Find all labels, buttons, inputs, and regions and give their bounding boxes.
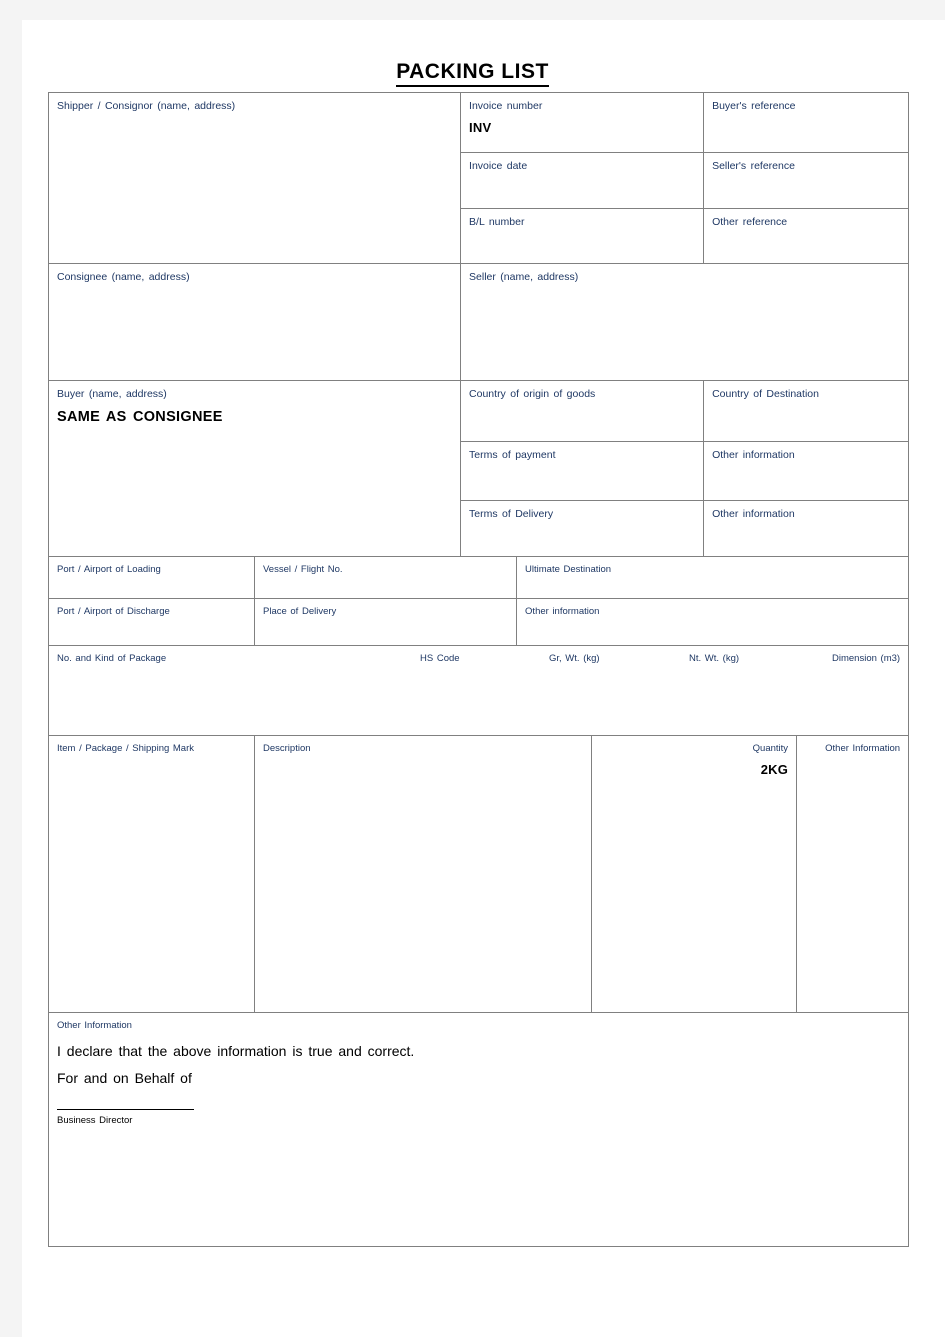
description-header: Description — [263, 743, 311, 754]
row-consignee-seller: Consignee (name, address) Seller (name, … — [47, 263, 910, 381]
dimension-label: Dimension (m3) — [832, 653, 901, 664]
cell-port-of-loading[interactable]: Port / Airport of Loading — [48, 556, 255, 599]
invoice-date-label: Invoice date — [469, 160, 528, 172]
cell-terms-of-delivery[interactable]: Terms of Delivery — [460, 500, 705, 557]
cell-country-of-origin[interactable]: Country of origin of goods — [460, 380, 705, 442]
invoice-number-label: Invoice number — [469, 100, 543, 112]
cell-buyer[interactable]: Buyer (name, address) SAME AS CONSIGNEE — [47, 380, 462, 557]
sellers-reference-label: Seller's reference — [712, 160, 795, 172]
cell-description[interactable]: Description — [253, 735, 593, 1013]
page-title-text: PACKING LIST — [396, 60, 549, 87]
ultimate-destination-label: Ultimate Destination — [525, 564, 612, 575]
cell-quantity[interactable]: Quantity 2KG — [591, 735, 798, 1013]
row-shipper-invoice: Shipper / Consignor (name, address) Invo… — [47, 92, 910, 264]
cell-shipper[interactable]: Shipper / Consignor (name, address) — [47, 92, 462, 264]
cell-item-other-information[interactable]: Other Information — [796, 735, 910, 1013]
net-weight-label: Nt. Wt. (kg) — [689, 653, 740, 664]
cell-vessel-flight[interactable]: Vessel / Flight No. — [253, 556, 518, 599]
country-of-destination-label: Country of Destination — [712, 388, 819, 400]
hs-code-label: HS Code — [420, 653, 460, 664]
item-package-mark-header: Item / Package / Shipping Mark — [57, 743, 195, 754]
declaration-line-1: I declare that the above information is … — [57, 1042, 415, 1059]
cell-consignee[interactable]: Consignee (name, address) — [47, 263, 462, 381]
other-information-1-label: Other information — [712, 449, 795, 461]
transport-other-information-label: Other information — [525, 606, 600, 617]
cell-seller[interactable]: Seller (name, address) — [460, 263, 910, 381]
cell-other-information-1[interactable]: Other information — [703, 441, 910, 501]
cell-bl-number[interactable]: B/L number — [460, 208, 705, 264]
seller-label: Seller (name, address) — [469, 271, 579, 283]
consignee-label: Consignee (name, address) — [57, 271, 190, 283]
quantity-header: Quantity — [752, 743, 789, 754]
buyer-value: SAME AS CONSIGNEE — [57, 409, 223, 426]
cell-terms-of-payment[interactable]: Terms of payment — [460, 441, 705, 501]
item-other-information-header: Other Information — [825, 743, 901, 754]
cell-buyers-reference[interactable]: Buyer's reference — [703, 92, 910, 153]
cell-package-summary[interactable]: No. and Kind of Package HS Code Gr, Wt. … — [47, 645, 910, 736]
other-information-2-label: Other information — [712, 508, 795, 520]
cell-ultimate-destination[interactable]: Ultimate Destination — [516, 556, 910, 599]
cell-place-of-delivery[interactable]: Place of Delivery — [253, 598, 518, 646]
row-package-summary: No. and Kind of Package HS Code Gr, Wt. … — [47, 645, 910, 736]
cell-invoice-number[interactable]: Invoice number INV — [460, 92, 705, 153]
row-items: Item / Package / Shipping Mark Descripti… — [48, 735, 910, 1013]
vessel-flight-label: Vessel / Flight No. — [263, 564, 343, 575]
signature-line — [57, 1108, 194, 1110]
package-summary-headers: No. and Kind of Package HS Code Gr, Wt. … — [57, 653, 900, 667]
cell-other-reference[interactable]: Other reference — [703, 208, 910, 264]
shipper-label: Shipper / Consignor (name, address) — [57, 100, 236, 112]
gross-weight-label: Gr, Wt. (kg) — [549, 653, 600, 664]
cell-sellers-reference[interactable]: Seller's reference — [703, 152, 910, 209]
cell-country-of-destination[interactable]: Country of Destination — [703, 380, 910, 442]
port-of-loading-label: Port / Airport of Loading — [57, 564, 161, 575]
packing-list-table: Shipper / Consignor (name, address) Invo… — [47, 92, 910, 1247]
signature-caption: Business Director — [57, 1114, 133, 1126]
invoice-number-value: INV — [469, 120, 492, 136]
row-loading: Port / Airport of Loading Vessel / Fligh… — [48, 556, 910, 599]
bl-number-label: B/L number — [469, 216, 525, 228]
row-footer: Other Information I declare that the abo… — [47, 1012, 910, 1247]
declaration-line-2: For and on Behalf of — [57, 1070, 192, 1087]
paper-sheet: PACKING LIST Shipper / Consignor (name, … — [22, 20, 945, 1337]
document-page: PACKING LIST Shipper / Consignor (name, … — [0, 0, 945, 1337]
row-buyer-origin: Buyer (name, address) SAME AS CONSIGNEE … — [47, 380, 910, 557]
cell-other-information-2[interactable]: Other information — [703, 500, 910, 557]
row-discharge: Port / Airport of Discharge Place of Del… — [48, 598, 910, 646]
cell-item-package-mark[interactable]: Item / Package / Shipping Mark — [48, 735, 255, 1013]
cell-invoice-date[interactable]: Invoice date — [460, 152, 705, 209]
buyers-reference-label: Buyer's reference — [712, 100, 796, 112]
page-title: PACKING LIST — [22, 60, 923, 87]
cell-transport-other-information[interactable]: Other information — [516, 598, 910, 646]
place-of-delivery-label: Place of Delivery — [263, 606, 337, 617]
country-of-origin-label: Country of origin of goods — [469, 388, 596, 400]
buyer-label: Buyer (name, address) — [57, 388, 167, 400]
quantity-value: 2KG — [760, 761, 789, 777]
cell-port-of-discharge[interactable]: Port / Airport of Discharge — [48, 598, 255, 646]
terms-of-payment-label: Terms of payment — [469, 449, 556, 461]
no-and-kind-label: No. and Kind of Package — [57, 653, 167, 664]
other-reference-label: Other reference — [712, 216, 788, 228]
port-of-discharge-label: Port / Airport of Discharge — [57, 606, 170, 617]
cell-footer-other-information[interactable]: Other Information I declare that the abo… — [47, 1012, 910, 1247]
terms-of-delivery-label: Terms of Delivery — [469, 508, 554, 520]
footer-other-information-label: Other Information — [57, 1020, 132, 1031]
